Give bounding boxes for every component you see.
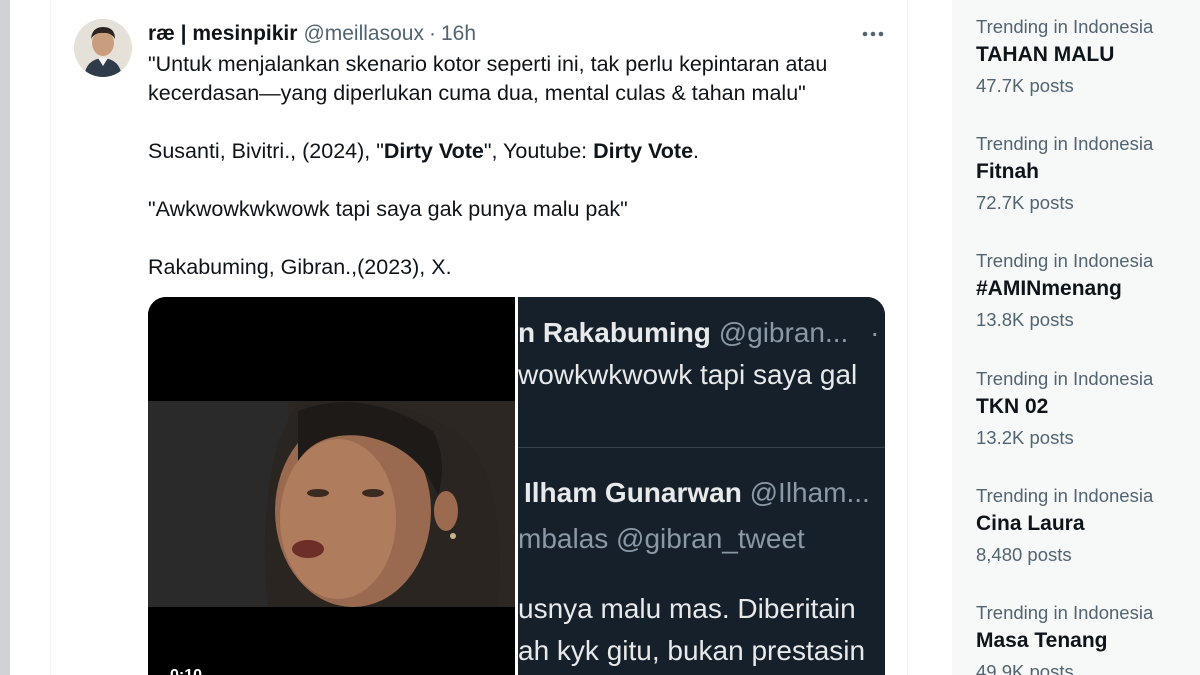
header-separator: · — [428, 22, 436, 45]
trend-name: TKN 02 — [976, 395, 1049, 418]
tweet-timestamp[interactable]: 16h — [441, 22, 476, 46]
trend-post-count: 13.2K posts — [976, 427, 1074, 448]
screenshot-text-1: wowkwkwowk tapi saya gal — [518, 359, 858, 390]
trend-name: #AMINmenang — [976, 277, 1122, 300]
more-horizontal-icon — [862, 31, 884, 37]
citation-1-middle: ", Youtube: — [483, 139, 594, 163]
screenshot-reply-line: mbalas @gibran_tweet — [518, 523, 805, 554]
screenshot-name-1: n Rakabuming — [518, 317, 711, 348]
sidebar-gap — [908, 0, 952, 675]
citation-1-source: Dirty Vote — [593, 139, 694, 163]
tweet-text: "Untuk menjalankan skenario kotor sepert… — [148, 50, 878, 282]
citation-1-end: . — [693, 139, 700, 163]
tweet-quote-line-2: kecerdasan—yang diperlukan cuma dua, men… — [148, 81, 806, 105]
video-frame — [148, 401, 515, 607]
left-window-edge — [0, 0, 10, 675]
trend-post-count: 8,480 posts — [976, 544, 1072, 565]
tweet-quote-line-1: "Untuk menjalankan skenario kotor sepert… — [148, 52, 828, 76]
trend-context: Trending in Indonesia — [976, 250, 1154, 271]
trend-item[interactable]: Trending in Indonesia Cina Laura 8,480 p… — [976, 484, 1196, 567]
trend-context: Trending in Indonesia — [976, 16, 1154, 37]
avatar-image — [74, 19, 132, 77]
trend-context: Trending in Indonesia — [976, 368, 1154, 389]
tweet-citation-1: Susanti, Bivitri., (2024), "Dirty Vote",… — [148, 137, 878, 166]
screenshot-text-2b: ah kyk gitu, bukan prestasin — [518, 635, 866, 666]
trend-item[interactable]: Trending in Indonesia TAHAN MALU 47.7K p… — [976, 15, 1196, 98]
screenshot-handle-2: @Ilham... — [749, 477, 870, 508]
trend-post-count: 13.8K posts — [976, 309, 1074, 330]
citation-1-title: Dirty Vote — [383, 139, 484, 163]
timeline-column: ræ | mesinpikir @meillasoux · 16h "Untuk… — [50, 0, 908, 675]
screenshot-name-2: Ilham Gunarwan — [524, 477, 742, 508]
video-thumbnail-image — [148, 401, 515, 607]
screenshot-dot-1: · — [870, 317, 880, 348]
video-timestamp: 0:10 — [170, 667, 202, 675]
trend-name: Masa Tenang — [976, 629, 1108, 652]
trend-name: Fitnah — [976, 160, 1039, 183]
video-player[interactable]: 0:10 — [148, 297, 515, 675]
screenshot-handle-1: @gibran... — [718, 317, 849, 348]
trends-panel: Trending in Indonesia TAHAN MALU 47.7K p… — [952, 0, 1200, 675]
tweet-header: ræ | mesinpikir @meillasoux · 16h — [148, 20, 476, 48]
trend-name: Cina Laura — [976, 512, 1085, 535]
screenshot-header-2: Ilham Gunarwan @Ilham... — [524, 477, 870, 509]
screenshot-image[interactable]: n Rakabuming @gibran... · wowkwkwowk tap… — [518, 297, 885, 675]
trend-item[interactable]: Trending in Indonesia Masa Tenang 49.9K … — [976, 601, 1196, 675]
screenshot-separator — [518, 447, 885, 448]
trend-context: Trending in Indonesia — [976, 602, 1154, 623]
display-name[interactable]: ræ | mesinpikir — [148, 22, 297, 46]
tweet-media[interactable]: 0:10 n Rakabuming @gibran... · wowkwkwow… — [148, 297, 885, 675]
trend-context: Trending in Indonesia — [976, 485, 1154, 506]
tweet-quote-2: "Awkwowkwkwowk tapi saya gak punya malu … — [148, 197, 628, 221]
citation-1-prefix: Susanti, Bivitri., (2024), " — [148, 139, 384, 163]
left-margin — [10, 0, 50, 675]
trend-item[interactable]: Trending in Indonesia #AMINmenang 13.8K … — [976, 249, 1196, 332]
screenshot-header-1: n Rakabuming @gibran... · — [518, 317, 879, 349]
tweet-citation-2: Rakabuming, Gibran.,(2023), X. — [148, 255, 452, 279]
trend-item[interactable]: Trending in Indonesia TKN 02 13.2K posts — [976, 367, 1196, 450]
trend-post-count: 47.7K posts — [976, 75, 1074, 96]
trend-post-count: 49.9K posts — [976, 661, 1074, 675]
tweet[interactable]: ræ | mesinpikir @meillasoux · 16h "Untuk… — [51, 0, 909, 675]
trend-context: Trending in Indonesia — [976, 133, 1154, 154]
trend-item[interactable]: Trending in Indonesia Fitnah 72.7K posts — [976, 132, 1196, 215]
avatar[interactable] — [74, 19, 132, 77]
trend-name: TAHAN MALU — [976, 43, 1115, 66]
more-options-button[interactable] — [859, 20, 887, 48]
trend-post-count: 72.7K posts — [976, 192, 1074, 213]
screenshot-text-2a: usnya malu mas. Diberitain — [518, 593, 856, 624]
user-handle[interactable]: @meillasoux — [303, 22, 424, 46]
